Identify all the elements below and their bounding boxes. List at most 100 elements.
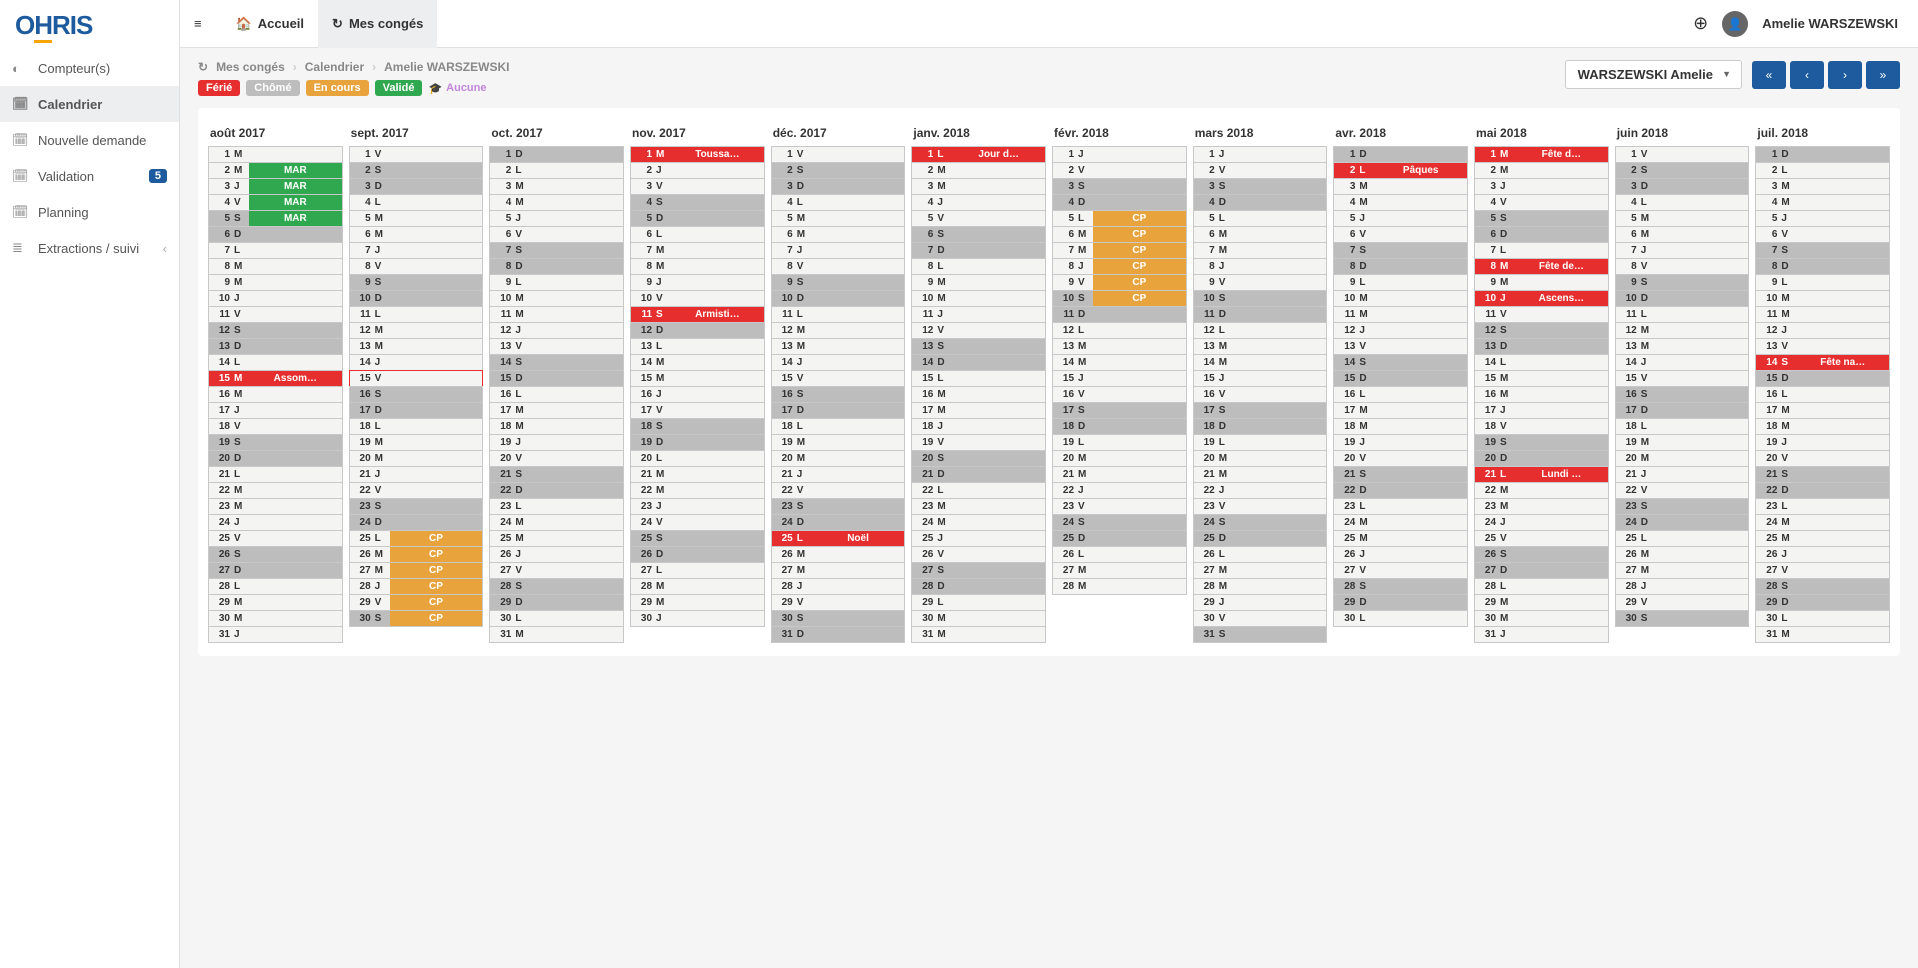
day-cell[interactable]: 29V: [1615, 594, 1750, 611]
day-cell[interactable]: 18D: [1193, 418, 1328, 435]
day-cell[interactable]: 15D: [1333, 370, 1468, 387]
day-cell[interactable]: 22D: [1333, 482, 1468, 499]
day-cell[interactable]: 22V: [349, 482, 484, 499]
day-cell[interactable]: 9VCP: [1052, 274, 1187, 291]
day-cell[interactable]: 20V: [489, 450, 624, 467]
day-cell[interactable]: 3S: [1052, 178, 1187, 195]
day-cell[interactable]: 28L: [1474, 578, 1609, 595]
day-cell[interactable]: 2S: [349, 162, 484, 179]
day-cell[interactable]: 27L: [630, 562, 765, 579]
day-cell[interactable]: 13M: [1052, 338, 1187, 355]
day-cell[interactable]: 7L: [208, 242, 343, 259]
day-cell[interactable]: 5J: [1755, 210, 1890, 227]
day-cell[interactable]: 10S: [1193, 290, 1328, 307]
day-cell[interactable]: 25M: [489, 530, 624, 547]
day-cell[interactable]: 24M: [489, 514, 624, 531]
day-cell[interactable]: 27MCP: [349, 562, 484, 579]
day-cell[interactable]: 19M: [1615, 434, 1750, 451]
day-cell[interactable]: 4M: [1333, 194, 1468, 211]
day-cell[interactable]: 22J: [1052, 482, 1187, 499]
day-cell[interactable]: 11L: [349, 306, 484, 323]
day-cell[interactable]: 24S: [1193, 514, 1328, 531]
day-cell[interactable]: 24D: [1615, 514, 1750, 531]
day-cell[interactable]: 30L: [489, 610, 624, 627]
day-cell[interactable]: 5L: [1193, 210, 1328, 227]
day-cell[interactable]: 16L: [1755, 386, 1890, 403]
day-cell[interactable]: 26V: [911, 546, 1046, 563]
day-cell[interactable]: 22V: [771, 482, 906, 499]
day-cell[interactable]: 7J: [1615, 242, 1750, 259]
day-cell[interactable]: 20L: [630, 450, 765, 467]
day-cell[interactable]: 7M: [1193, 242, 1328, 259]
day-cell[interactable]: 3M: [489, 178, 624, 195]
day-cell[interactable]: 2LPâques: [1333, 162, 1468, 179]
day-cell[interactable]: 16L: [489, 386, 624, 403]
day-cell[interactable]: 12M: [1615, 322, 1750, 339]
day-cell[interactable]: 12L: [1193, 322, 1328, 339]
day-cell[interactable]: 29D: [489, 594, 624, 611]
day-cell[interactable]: 24J: [1474, 514, 1609, 531]
day-cell[interactable]: 16S: [349, 386, 484, 403]
day-cell[interactable]: 2L: [489, 162, 624, 179]
day-cell[interactable]: 27M: [771, 562, 906, 579]
day-cell[interactable]: 10J: [208, 290, 343, 307]
day-cell[interactable]: 27V: [1333, 562, 1468, 579]
day-cell[interactable]: 13M: [771, 338, 906, 355]
day-cell[interactable]: 26L: [1052, 546, 1187, 563]
day-cell[interactable]: 25S: [630, 530, 765, 547]
day-cell[interactable]: 23S: [349, 498, 484, 515]
nav-my-leaves[interactable]: ↻Mes congés: [318, 0, 437, 48]
day-cell[interactable]: 21S: [489, 466, 624, 483]
day-cell[interactable]: 13V: [489, 338, 624, 355]
day-cell[interactable]: 25M: [1755, 530, 1890, 547]
day-cell[interactable]: 29J: [1193, 594, 1328, 611]
day-cell[interactable]: 7MCP: [1052, 242, 1187, 259]
day-cell[interactable]: 5M: [1615, 210, 1750, 227]
day-cell[interactable]: 19M: [771, 434, 906, 451]
day-cell[interactable]: 4L: [1615, 194, 1750, 211]
day-cell[interactable]: 1D: [1333, 146, 1468, 163]
day-cell[interactable]: 18J: [911, 418, 1046, 435]
day-cell[interactable]: 14M: [1193, 354, 1328, 371]
day-cell[interactable]: 15V: [771, 370, 906, 387]
day-cell[interactable]: 7S: [1333, 242, 1468, 259]
day-cell[interactable]: 27M: [1615, 562, 1750, 579]
day-cell[interactable]: 2S: [771, 162, 906, 179]
nav-prev-button[interactable]: ‹: [1790, 61, 1824, 89]
day-cell[interactable]: 19J: [489, 434, 624, 451]
person-selector[interactable]: WARSZEWSKI Amelie: [1565, 60, 1742, 89]
day-cell[interactable]: 23S: [1615, 498, 1750, 515]
day-cell[interactable]: 24M: [1333, 514, 1468, 531]
day-cell[interactable]: 29L: [911, 594, 1046, 611]
day-cell[interactable]: 3D: [349, 178, 484, 195]
day-cell[interactable]: 13M: [349, 338, 484, 355]
day-cell[interactable]: 23L: [1333, 498, 1468, 515]
day-cell[interactable]: 1V: [771, 146, 906, 163]
day-cell[interactable]: 15J: [1193, 370, 1328, 387]
day-cell[interactable]: 11M: [1333, 306, 1468, 323]
day-cell[interactable]: 23L: [489, 498, 624, 515]
day-cell[interactable]: 7M: [630, 242, 765, 259]
day-cell[interactable]: 8J: [1193, 258, 1328, 275]
day-cell[interactable]: 1J: [1052, 146, 1187, 163]
day-cell[interactable]: 15D: [489, 370, 624, 387]
day-cell[interactable]: 12J: [1333, 322, 1468, 339]
day-cell[interactable]: 31J: [208, 626, 343, 643]
day-cell[interactable]: 24M: [911, 514, 1046, 531]
day-cell[interactable]: 15MAssom…: [208, 370, 343, 387]
day-cell[interactable]: 2V: [1193, 162, 1328, 179]
day-cell[interactable]: 10M: [1755, 290, 1890, 307]
day-cell[interactable]: 3S: [1193, 178, 1328, 195]
day-cell[interactable]: 27M: [1052, 562, 1187, 579]
user-name[interactable]: Amelie WARSZEWSKI: [1762, 16, 1898, 31]
day-cell[interactable]: 19V: [911, 434, 1046, 451]
day-cell[interactable]: 9V: [1193, 274, 1328, 291]
day-cell[interactable]: 3M: [1333, 178, 1468, 195]
day-cell[interactable]: 13S: [911, 338, 1046, 355]
day-cell[interactable]: 26S: [208, 546, 343, 563]
day-cell[interactable]: 6M: [1615, 226, 1750, 243]
day-cell[interactable]: 28J: [1615, 578, 1750, 595]
day-cell[interactable]: 8D: [489, 258, 624, 275]
day-cell[interactable]: 22J: [1193, 482, 1328, 499]
day-cell[interactable]: 4M: [1755, 194, 1890, 211]
